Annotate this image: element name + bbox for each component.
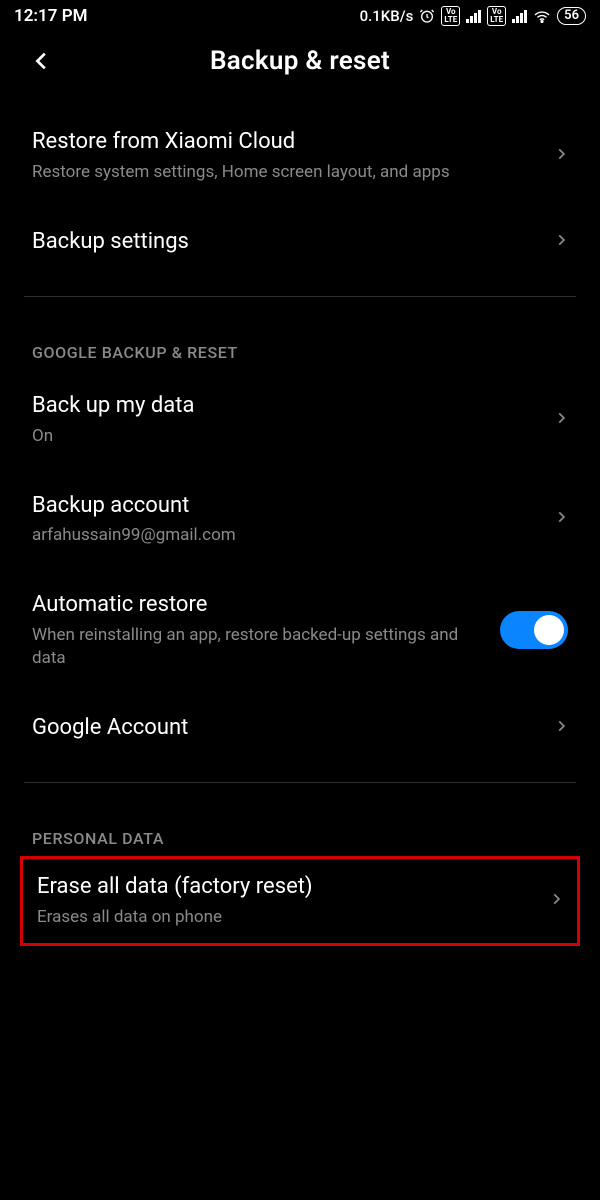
chevron-left-icon — [31, 50, 53, 72]
section-personal-label: PERSONAL DATA — [0, 801, 600, 856]
back-button[interactable] — [24, 43, 60, 79]
item-title: Backup settings — [32, 228, 540, 257]
status-right: 0.1KB/s VoLTE VoLTE 56 — [360, 6, 586, 26]
restore-xiaomi-cloud-item[interactable]: Restore from Xiaomi Cloud Restore system… — [24, 106, 576, 206]
item-subtitle: Erases all data on phone — [37, 906, 535, 929]
item-subtitle: Restore system settings, Home screen lay… — [32, 161, 540, 184]
signal-icon-1 — [466, 9, 481, 23]
backup-account-item[interactable]: Backup account arfahussain99@gmail.com — [24, 470, 576, 570]
wifi-icon — [533, 9, 551, 23]
item-subtitle: On — [32, 425, 540, 448]
chevron-right-icon — [554, 407, 568, 433]
settings-screen: 12:17 PM 0.1KB/s VoLTE VoLTE 56 Backup &… — [0, 0, 600, 1200]
item-title: Google Account — [32, 714, 540, 743]
automatic-restore-item[interactable]: Automatic restore When reinstalling an a… — [24, 569, 576, 691]
backup-settings-item[interactable]: Backup settings — [24, 206, 576, 279]
divider — [24, 296, 576, 297]
status-time: 12:17 PM — [14, 6, 88, 26]
google-account-item[interactable]: Google Account — [24, 692, 576, 765]
chevron-right-icon — [554, 506, 568, 532]
alarm-icon — [419, 8, 435, 24]
automatic-restore-toggle[interactable] — [500, 611, 568, 649]
item-subtitle: arfahussain99@gmail.com — [32, 524, 540, 547]
list-section-xiaomi: Restore from Xiaomi Cloud Restore system… — [0, 106, 600, 278]
section-google-label: GOOGLE BACKUP & RESET — [0, 315, 600, 370]
volte-icon-1: VoLTE — [441, 6, 460, 26]
backup-my-data-item[interactable]: Back up my data On — [24, 370, 576, 470]
toggle-knob — [534, 615, 564, 645]
list-section-google: Back up my data On Backup account arfahu… — [0, 370, 600, 764]
volte-icon-2: VoLTE — [487, 6, 506, 26]
factory-reset-item[interactable]: Erase all data (factory reset) Erases al… — [25, 861, 575, 941]
chevron-right-icon — [549, 888, 563, 914]
item-subtitle: When reinstalling an app, restore backed… — [32, 624, 486, 670]
status-bar: 12:17 PM 0.1KB/s VoLTE VoLTE 56 — [0, 0, 600, 28]
divider — [24, 782, 576, 783]
page-header: Backup & reset — [0, 28, 600, 106]
page-title: Backup & reset — [16, 46, 584, 76]
highlight-erase-box: Erase all data (factory reset) Erases al… — [20, 856, 580, 946]
item-title: Automatic restore — [32, 591, 486, 620]
battery-indicator: 56 — [557, 7, 586, 25]
item-title: Erase all data (factory reset) — [37, 873, 535, 902]
item-title: Restore from Xiaomi Cloud — [32, 128, 540, 157]
item-title: Back up my data — [32, 392, 540, 421]
chevron-right-icon — [554, 143, 568, 169]
item-title: Backup account — [32, 492, 540, 521]
chevron-right-icon — [554, 229, 568, 255]
status-speed: 0.1KB/s — [360, 7, 414, 25]
chevron-right-icon — [554, 715, 568, 741]
signal-icon-2 — [512, 9, 527, 23]
